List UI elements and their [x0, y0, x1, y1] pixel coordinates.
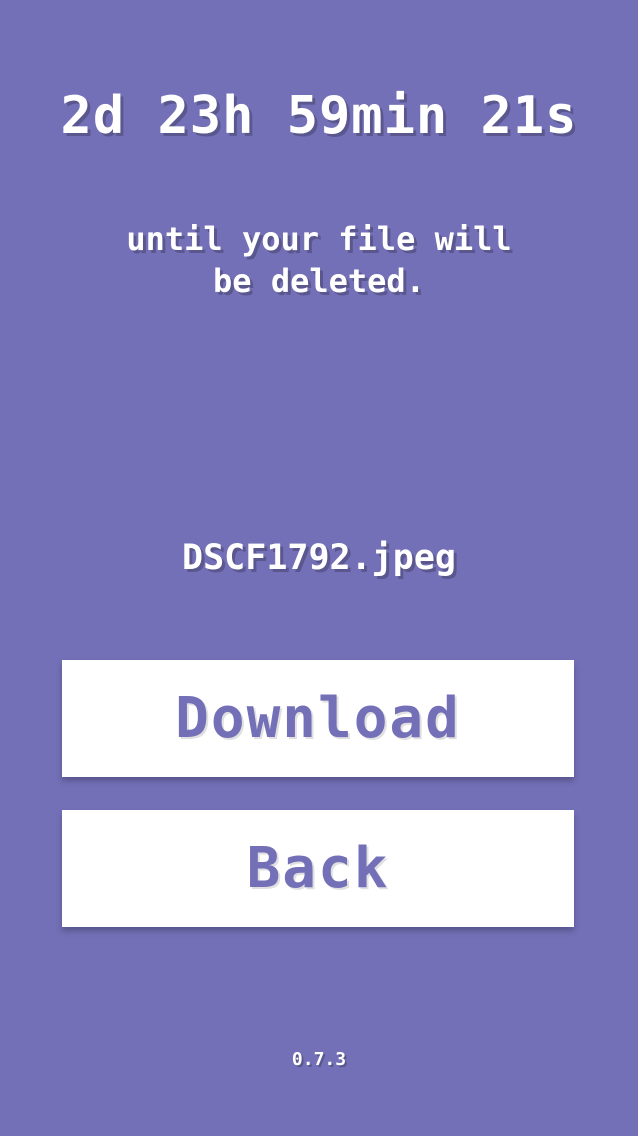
download-button[interactable]: Download [62, 660, 574, 777]
countdown-timer: 2d 23h 59min 21s [60, 86, 578, 146]
version-label: 0.7.3 [291, 1049, 347, 1070]
file-name: DSCF1792.jpeg [182, 538, 456, 578]
deletion-notice: until your file will be deleted. [126, 220, 512, 300]
back-button[interactable]: Back [62, 810, 574, 927]
